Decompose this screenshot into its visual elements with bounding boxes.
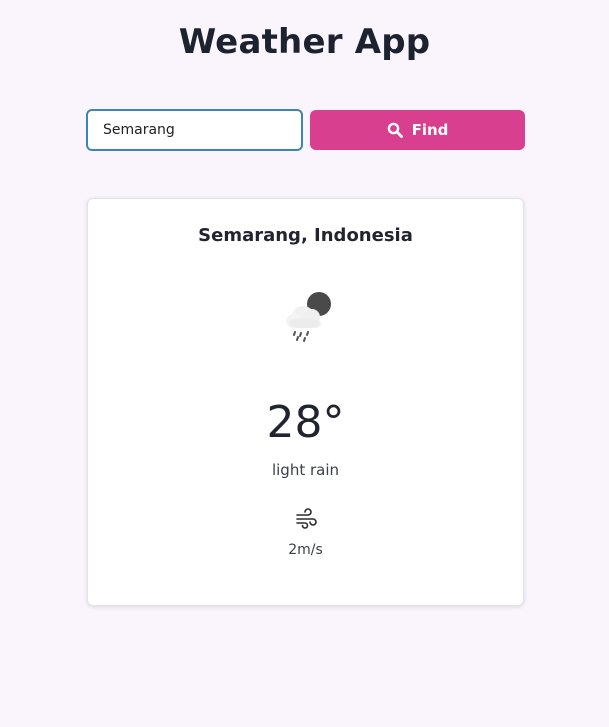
temperature-value: 28° — [266, 397, 345, 448]
wind-speed: 2m/s — [288, 542, 323, 558]
find-button-label: Find — [411, 121, 449, 139]
weather-card: Semarang, Indonesia 28° light rain 2m/s — [87, 198, 524, 606]
page-title: Weather App — [178, 22, 431, 62]
cloud-moon-rain-icon — [279, 287, 335, 343]
search-bar: Find — [86, 109, 526, 151]
weather-app: Weather App Find Semarang, Indonesia — [0, 0, 609, 727]
weather-description: light rain — [271, 461, 340, 479]
city-search-input[interactable] — [86, 109, 303, 151]
find-button[interactable]: Find — [310, 110, 525, 150]
wind-icon — [294, 507, 318, 531]
location-name: Semarang, Indonesia — [198, 225, 413, 246]
search-icon — [387, 122, 403, 138]
